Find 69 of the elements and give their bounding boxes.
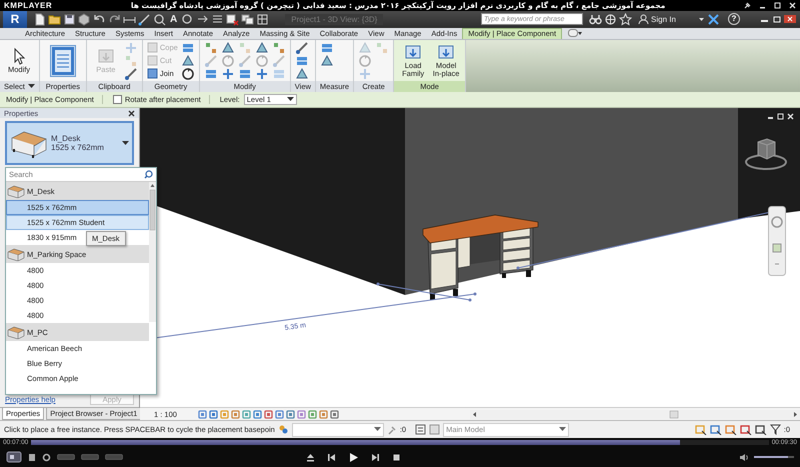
tool-icon[interactable] — [180, 54, 195, 68]
underlay-select-icon[interactable] — [710, 424, 722, 436]
new-file-icon[interactable] — [33, 12, 46, 26]
tool-icon[interactable] — [294, 66, 309, 81]
tool-icon[interactable] — [124, 66, 138, 81]
family-thumbnail-icon — [7, 325, 25, 340]
volume-slider[interactable] — [754, 456, 794, 458]
volume-icon[interactable] — [739, 452, 749, 462]
search-icon — [144, 170, 153, 180]
tool-icon — [96, 47, 115, 66]
caret-icon[interactable] — [698, 16, 705, 23]
sign-in-link[interactable]: Sign In — [638, 14, 696, 25]
panel-toggle-icon[interactable] — [568, 29, 582, 38]
restore-icon[interactable] — [772, 16, 781, 23]
properties-button[interactable] — [50, 44, 76, 77]
type-size: 1525 x 762mm — [51, 143, 105, 152]
tool-icon[interactable] — [320, 54, 334, 68]
tool-icon — [404, 43, 422, 62]
window-title: Project1 - 3D View: {3D} — [285, 14, 384, 25]
close-icon[interactable] — [784, 15, 796, 24]
star-icon[interactable] — [619, 12, 632, 26]
application-menu-button[interactable]: R — [3, 10, 27, 28]
grid-icon[interactable] — [256, 12, 270, 26]
windows-icon[interactable] — [241, 12, 254, 26]
link-select-icon[interactable] — [694, 424, 707, 436]
caret-icon — [286, 97, 294, 102]
user-icon — [638, 14, 649, 25]
help-button[interactable]: ? — [728, 13, 740, 26]
tool-icon[interactable] — [180, 66, 195, 81]
save-icon[interactable] — [63, 12, 76, 26]
caret-icon — [374, 427, 381, 432]
tool-icon — [146, 68, 158, 80]
binoculars-icon[interactable] — [589, 12, 602, 26]
text-tool-button[interactable]: A — [168, 14, 180, 25]
worksharing-icon[interactable] — [278, 424, 289, 436]
next-icon[interactable] — [371, 452, 380, 462]
filter-icon[interactable] — [770, 424, 781, 436]
restore-icon[interactable] — [777, 113, 784, 120]
tool-icon[interactable] — [294, 40, 309, 55]
tool-icon — [146, 42, 158, 54]
stop-icon[interactable] — [392, 452, 401, 462]
type-name: M_Desk — [51, 134, 82, 144]
playlist-icon[interactable] — [28, 452, 36, 462]
tool-icon — [437, 43, 456, 62]
tool-icon — [146, 55, 158, 66]
previous-icon[interactable] — [327, 452, 336, 462]
app-logo: KMPLAYER — [4, 0, 52, 10]
close-icon[interactable] — [128, 110, 135, 117]
maximize-icon[interactable] — [774, 2, 781, 9]
caret-icon — [122, 140, 129, 146]
line-icon[interactable] — [138, 12, 151, 26]
drag-icon[interactable] — [754, 424, 767, 436]
caret-icon — [559, 427, 566, 432]
face-select-icon[interactable] — [740, 424, 752, 436]
pinned-select-icon[interactable] — [724, 424, 737, 436]
settings-icon[interactable] — [42, 452, 51, 462]
folder-icon[interactable] — [48, 12, 61, 26]
family-thumbnail-icon — [7, 247, 25, 262]
cube-icon[interactable] — [78, 12, 91, 26]
type-selector[interactable]: M_Desk 1525 x 762mm — [5, 121, 134, 166]
seek-bar[interactable] — [31, 440, 769, 446]
play-icon[interactable] — [348, 452, 359, 463]
design-options-icon[interactable] — [415, 424, 426, 436]
eject-icon[interactable] — [306, 452, 315, 462]
scrollbar[interactable] — [149, 182, 156, 322]
family-thumbnail-icon — [7, 184, 25, 198]
view-cube-icon[interactable] — [744, 136, 788, 172]
caret-icon — [28, 84, 35, 90]
close-views-icon[interactable] — [226, 12, 240, 26]
